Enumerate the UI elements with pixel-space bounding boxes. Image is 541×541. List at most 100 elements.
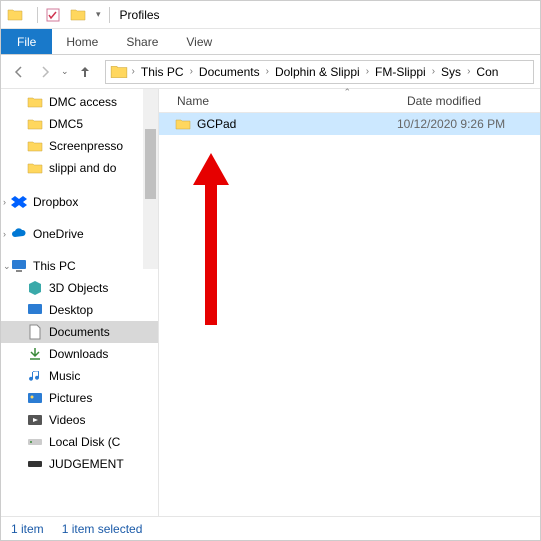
sidebar-item-onedrive[interactable]: › OneDrive bbox=[1, 223, 158, 245]
sidebar-item-label: DMC5 bbox=[49, 117, 83, 131]
sidebar-item-label: slippi and do bbox=[49, 161, 116, 175]
sidebar-item-label: This PC bbox=[33, 259, 76, 273]
nav-sidebar: DMC access DMC5 Screenpresso slippi and … bbox=[1, 89, 159, 516]
sidebar-item-videos[interactable]: Videos bbox=[1, 409, 158, 431]
qat-dropdown-icon[interactable]: ▾ bbox=[96, 9, 101, 20]
disk-icon bbox=[27, 434, 43, 450]
sidebar-item-music[interactable]: Music bbox=[1, 365, 158, 387]
file-row[interactable]: GCPad 10/12/2020 9:26 PM bbox=[159, 113, 540, 135]
chevron-right-icon[interactable]: › bbox=[364, 66, 371, 77]
chevron-right-icon[interactable]: › bbox=[465, 66, 472, 77]
history-dropdown-icon[interactable]: ⌄ bbox=[61, 66, 69, 77]
tab-file[interactable]: File bbox=[1, 29, 52, 54]
chevron-right-icon[interactable]: › bbox=[3, 197, 6, 207]
ribbon-tabs: File Home Share View bbox=[1, 29, 540, 55]
divider bbox=[37, 7, 38, 23]
breadcrumb-documents[interactable]: Documents bbox=[195, 65, 264, 79]
folder-icon bbox=[175, 116, 191, 132]
chevron-right-icon[interactable]: › bbox=[264, 66, 271, 77]
video-icon bbox=[27, 412, 43, 428]
column-name[interactable]: Name⌃ bbox=[159, 94, 399, 108]
column-label: Date modified bbox=[407, 94, 481, 108]
sidebar-item-label: Videos bbox=[49, 413, 85, 427]
forward-button[interactable] bbox=[33, 60, 57, 84]
chevron-right-icon[interactable]: › bbox=[188, 66, 195, 77]
folder-icon bbox=[27, 138, 43, 154]
folder-icon bbox=[27, 94, 43, 110]
chevron-right-icon[interactable]: › bbox=[130, 66, 137, 77]
tab-home[interactable]: Home bbox=[52, 29, 112, 54]
title-bar: ▾ Profiles bbox=[1, 1, 540, 29]
column-date[interactable]: Date modified bbox=[399, 94, 489, 108]
sidebar-item-label: DMC access bbox=[49, 95, 117, 109]
sidebar-item-judgement[interactable]: JUDGEMENT bbox=[1, 453, 158, 475]
breadcrumb-con[interactable]: Con bbox=[472, 65, 502, 79]
sidebar-item-label: Pictures bbox=[49, 391, 92, 405]
tab-view[interactable]: View bbox=[172, 29, 226, 54]
address-bar[interactable]: › This PC › Documents › Dolphin & Slippi… bbox=[105, 60, 534, 84]
sidebar-item-label: Music bbox=[49, 369, 80, 383]
sidebar-item-dmc-access[interactable]: DMC access bbox=[1, 91, 158, 113]
cloud-icon bbox=[11, 226, 27, 242]
sidebar-item-dropbox[interactable]: › Dropbox bbox=[1, 191, 158, 213]
picture-icon bbox=[27, 390, 43, 406]
divider bbox=[109, 7, 110, 23]
sort-up-icon: ⌃ bbox=[343, 87, 351, 98]
breadcrumb-dolphin[interactable]: Dolphin & Slippi bbox=[271, 65, 364, 79]
sidebar-item-documents[interactable]: Documents bbox=[1, 321, 158, 343]
sidebar-scrollbar[interactable] bbox=[143, 89, 158, 269]
status-count: 1 item bbox=[11, 522, 44, 536]
sidebar-item-label: JUDGEMENT bbox=[49, 457, 124, 471]
chevron-right-icon[interactable]: › bbox=[430, 66, 437, 77]
quick-access-toolbar bbox=[46, 7, 92, 23]
breadcrumb-fmslippi[interactable]: FM-Slippi bbox=[371, 65, 430, 79]
tab-share[interactable]: Share bbox=[112, 29, 172, 54]
folder-icon bbox=[7, 7, 23, 23]
sidebar-item-localdisk[interactable]: Local Disk (C bbox=[1, 431, 158, 453]
disk-icon bbox=[27, 456, 43, 472]
document-icon bbox=[27, 324, 43, 340]
sidebar-item-label: 3D Objects bbox=[49, 281, 108, 295]
up-button[interactable] bbox=[73, 60, 97, 84]
folder-icon bbox=[27, 160, 43, 176]
chevron-right-icon[interactable]: › bbox=[3, 229, 6, 239]
sidebar-item-thispc[interactable]: ⌄ This PC bbox=[1, 255, 158, 277]
download-icon bbox=[27, 346, 43, 362]
window-title: Profiles bbox=[120, 8, 160, 22]
sidebar-item-desktop[interactable]: Desktop bbox=[1, 299, 158, 321]
status-selected: 1 item selected bbox=[62, 522, 143, 536]
sidebar-item-screenpresso[interactable]: Screenpresso bbox=[1, 135, 158, 157]
folder-icon bbox=[110, 63, 128, 81]
column-label: Name bbox=[177, 94, 209, 108]
sidebar-item-label: Dropbox bbox=[33, 195, 78, 209]
sidebar-item-label: Local Disk (C bbox=[49, 435, 120, 449]
music-icon bbox=[27, 368, 43, 384]
cube-icon bbox=[27, 280, 43, 296]
folder-icon[interactable] bbox=[70, 7, 86, 23]
sidebar-item-3dobjects[interactable]: 3D Objects bbox=[1, 277, 158, 299]
back-button[interactable] bbox=[7, 60, 31, 84]
sidebar-item-downloads[interactable]: Downloads bbox=[1, 343, 158, 365]
scrollbar-thumb[interactable] bbox=[145, 129, 156, 199]
sidebar-item-label: Desktop bbox=[49, 303, 93, 317]
sidebar-item-slippi[interactable]: slippi and do bbox=[1, 157, 158, 179]
sidebar-item-label: Downloads bbox=[49, 347, 108, 361]
file-list-pane: Name⌃ Date modified GCPad 10/12/2020 9:2… bbox=[159, 89, 540, 516]
chevron-down-icon[interactable]: ⌄ bbox=[3, 261, 11, 272]
main-area: DMC access DMC5 Screenpresso slippi and … bbox=[1, 89, 540, 516]
monitor-icon bbox=[11, 258, 27, 274]
breadcrumb-sys[interactable]: Sys bbox=[437, 65, 465, 79]
column-headers: Name⌃ Date modified bbox=[159, 89, 540, 113]
sidebar-item-pictures[interactable]: Pictures bbox=[1, 387, 158, 409]
sidebar-item-label: Documents bbox=[49, 325, 110, 339]
sidebar-item-label: OneDrive bbox=[33, 227, 84, 241]
nav-row: ⌄ › This PC › Documents › Dolphin & Slip… bbox=[1, 55, 540, 89]
desktop-icon bbox=[27, 302, 43, 318]
breadcrumb-thispc[interactable]: This PC bbox=[137, 65, 188, 79]
folder-icon bbox=[27, 116, 43, 132]
checkbox-icon[interactable] bbox=[46, 8, 60, 22]
sidebar-item-label: Screenpresso bbox=[49, 139, 123, 153]
sidebar-item-dmc5[interactable]: DMC5 bbox=[1, 113, 158, 135]
status-bar: 1 item 1 item selected bbox=[1, 516, 540, 540]
file-name: GCPad bbox=[197, 117, 397, 131]
